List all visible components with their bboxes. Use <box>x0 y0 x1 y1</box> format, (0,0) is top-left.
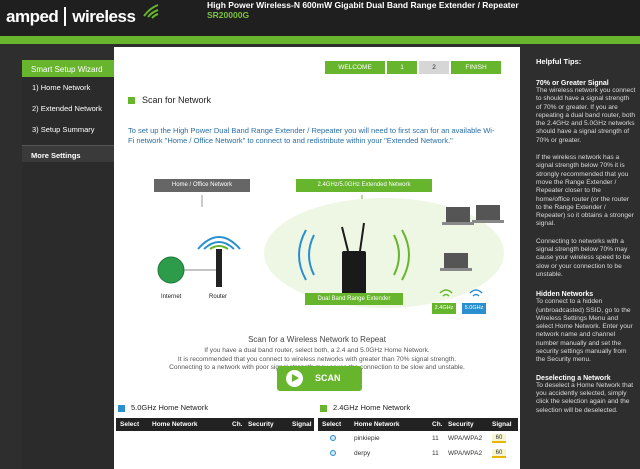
table-header-row: Select Home Network Ch. Security Signal <box>116 418 314 431</box>
intro-text: To set up the High Power Dual Band Range… <box>128 126 495 145</box>
table-row[interactable]: pinkiepie 11 WPA/WPA2 60 <box>318 431 518 446</box>
network-security: WPA/WPA2 <box>448 435 483 442</box>
page-title: Scan for Network <box>142 95 212 105</box>
top-header: amped wireless High Power Wireless-N 600m… <box>0 0 640 36</box>
scan-desc-line1: If you have a dual band router, select b… <box>204 347 430 354</box>
product-title: High Power Wireless-N 600mW Gigabit Dual… <box>207 0 519 10</box>
table-header-row: Select Home Network Ch. Security Signal <box>318 418 518 431</box>
tip-text-deselect: To deselect a Home Network that you acci… <box>536 381 634 414</box>
network-channel: 11 <box>432 450 439 457</box>
select-radio-cell[interactable] <box>318 446 350 461</box>
sidebar-item-more-settings[interactable]: More Settings <box>22 146 114 162</box>
col-select: Select <box>116 418 148 431</box>
sidebar-item-setup-summary[interactable]: 3) Setup Summary <box>22 119 114 140</box>
brand-logo: amped wireless <box>6 7 136 27</box>
scan-title: Scan for a Wireless Network to Repeat <box>248 335 386 344</box>
table-5ghz: Select Home Network Ch. Security Signal <box>116 418 314 431</box>
tip-text-hidden: To connect to a hidden (unbroadcasted) S… <box>536 298 633 364</box>
step-2[interactable]: 2 <box>419 61 449 74</box>
col-channel: Ch. <box>428 418 444 431</box>
select-radio[interactable] <box>330 449 336 456</box>
table-24ghz-title: 2.4GHz Home Network <box>333 403 411 412</box>
col-home-network: Home Network <box>350 418 428 431</box>
router-caption: Router <box>209 294 228 300</box>
col-select: Select <box>318 418 350 431</box>
product-model: SR20000G <box>207 10 250 20</box>
green-marker <box>320 404 327 412</box>
network-security: WPA/WPA2 <box>448 450 483 457</box>
col-home-network: Home Network <box>148 418 228 431</box>
network-diagram-art <box>157 195 504 308</box>
play-icon <box>286 370 303 387</box>
tip-title-signal: 70% or Greater Signal <box>536 80 609 87</box>
sidebar-item-extended-network[interactable]: 2) Extended Network <box>22 98 114 119</box>
signal-cell: 60 <box>488 446 518 461</box>
col-channel: Ch. <box>228 418 244 431</box>
network-channel: 11 <box>432 435 439 442</box>
table-row[interactable]: derpy 11 WPA/WPA2 60 <box>318 446 518 461</box>
col-security: Security <box>244 418 288 431</box>
internet-caption: Internet <box>161 294 182 300</box>
wifi-logo-icon <box>143 4 159 19</box>
step-1[interactable]: 1 <box>387 61 417 74</box>
signal-value: 60 <box>492 434 506 443</box>
wizard-steps: WELCOME 1 2 FINISH <box>325 61 501 74</box>
scan-desc-line2: It is recommended that you connect to wi… <box>177 355 457 363</box>
signal-cell: 60 <box>488 431 518 446</box>
network-name: pinkiepie <box>354 435 380 442</box>
blue-marker <box>118 404 125 412</box>
step-welcome[interactable]: WELCOME <box>325 61 385 74</box>
home-network-label: Home / Office Network <box>154 179 250 192</box>
col-signal: Signal <box>488 418 518 431</box>
band-24-tag: 2.4GHz <box>432 303 456 314</box>
table-24ghz-title-row: 2.4GHz Home Network <box>320 403 410 412</box>
network-diagram: Home / Office Network 2.4GHz/5.0GHz Exte… <box>134 175 514 335</box>
col-security: Security <box>444 418 488 431</box>
title-marker <box>128 96 135 104</box>
left-sidebar: Smart Setup Wizard 1) Home Network 2) Ex… <box>22 60 114 469</box>
col-signal: Signal <box>288 418 314 431</box>
table-24ghz: Select Home Network Ch. Security Signal … <box>318 418 518 461</box>
table-5ghz-title: 5.0GHz Home Network <box>131 403 209 412</box>
extender-caption: Dual Band Range Extender <box>305 293 403 305</box>
page-title-row: Scan for Network <box>128 95 211 105</box>
tip-text-signal-3: Connecting to networks with a signal str… <box>536 237 631 278</box>
main-panel: WELCOME 1 2 FINISH Scan for Network To s… <box>114 47 520 469</box>
tip-title-hidden: Hidden Networks <box>536 291 594 299</box>
scan-button-label: SCAN <box>315 373 341 383</box>
signal-value: 60 <box>492 449 506 458</box>
select-radio[interactable] <box>330 434 336 441</box>
tip-text-signal-2: If the wireless network has a signal str… <box>536 154 634 228</box>
scan-button[interactable]: SCAN <box>277 366 362 391</box>
tip-title-deselect: Deselecting a Network <box>536 374 611 382</box>
tips-heading: Helpful Tips: <box>536 57 582 66</box>
step-finish[interactable]: FINISH <box>451 61 501 74</box>
extended-network-label: 2.4GHz/5.0GHz Extended Network <box>296 179 432 192</box>
tip-text-signal-1: The wireless network you connect to shou… <box>536 87 636 144</box>
logo-wireless: wireless <box>64 7 136 26</box>
select-radio-cell[interactable] <box>318 431 350 446</box>
band-50-tag: 5.0GHz <box>462 303 486 314</box>
helpful-tips-panel: Helpful Tips: 70% or Greater Signal The … <box>530 47 640 469</box>
network-name: derpy <box>354 450 371 457</box>
table-5ghz-title-row: 5.0GHz Home Network <box>118 403 208 412</box>
header-accent-bar <box>0 36 640 44</box>
sidebar-item-home-network[interactable]: 1) Home Network <box>22 77 114 98</box>
sidebar-heading[interactable]: Smart Setup Wizard <box>22 60 114 77</box>
logo-amped: amped <box>6 7 59 26</box>
